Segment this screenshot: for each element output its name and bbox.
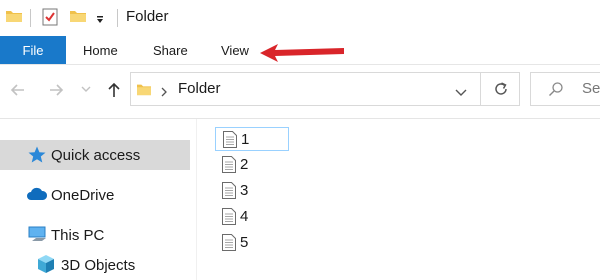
breadcrumb-chevron-icon[interactable] [160,84,168,102]
star-icon [27,145,47,165]
annotation-arrow-icon [260,44,344,62]
title-bar: Folder [0,0,600,36]
navigation-pane: Quick access OneDrive This PC 3D Objects [0,119,196,280]
window-title: Folder [126,8,169,25]
file-list: 1 2 3 4 5 [210,119,600,280]
pane-divider [196,119,197,280]
breadcrumb-folder[interactable]: Folder [178,80,221,97]
tab-view[interactable]: View [221,36,249,64]
ribbon-divider [0,64,600,65]
nav-item-this-pc[interactable]: This PC [0,220,190,250]
folder-icon[interactable] [6,9,22,27]
file-name: 5 [240,234,249,251]
search-placeholder: Sea [582,80,600,97]
toolbar-separator [117,9,118,27]
computer-icon [28,226,48,246]
list-item[interactable]: 4 [215,205,289,229]
refresh-button[interactable] [480,72,520,106]
tab-home[interactable]: Home [83,36,118,64]
back-icon[interactable] [8,80,28,100]
new-folder-icon[interactable] [70,9,86,27]
nav-label: Quick access [51,146,141,164]
folder-icon [137,82,151,101]
cloud-icon [26,186,48,206]
text-file-icon [222,234,236,251]
file-name: 4 [240,208,249,225]
text-file-icon [223,131,237,148]
nav-label: OneDrive [51,186,115,204]
properties-icon[interactable] [42,8,58,31]
nav-item-3d-objects[interactable]: 3D Objects [0,250,190,280]
file-name: 1 [241,131,250,148]
nav-item-onedrive[interactable]: OneDrive [0,180,190,210]
address-history-chevron-icon[interactable] [455,85,467,103]
file-name: 3 [240,182,249,199]
customize-dropdown-icon[interactable] [95,12,105,30]
refresh-icon [495,82,507,95]
nav-label: 3D Objects [61,256,136,274]
list-item[interactable]: 1 [215,127,289,151]
search-icon [548,81,564,102]
list-item[interactable]: 2 [215,153,289,177]
toolbar-separator [30,9,31,27]
file-tab[interactable]: File [0,36,66,64]
tab-share[interactable]: Share [153,36,188,64]
file-name: 2 [240,156,249,173]
text-file-icon [222,208,236,225]
list-item[interactable]: 5 [215,231,289,255]
cube-icon [36,254,56,274]
forward-icon[interactable] [46,80,66,100]
text-file-icon [222,156,236,173]
nav-item-quick-access[interactable]: Quick access [0,140,190,170]
list-item[interactable]: 3 [215,179,289,203]
text-file-icon [222,182,236,199]
nav-label: This PC [51,226,105,244]
recent-locations-chevron-icon[interactable] [80,82,100,102]
up-icon[interactable] [104,80,124,100]
